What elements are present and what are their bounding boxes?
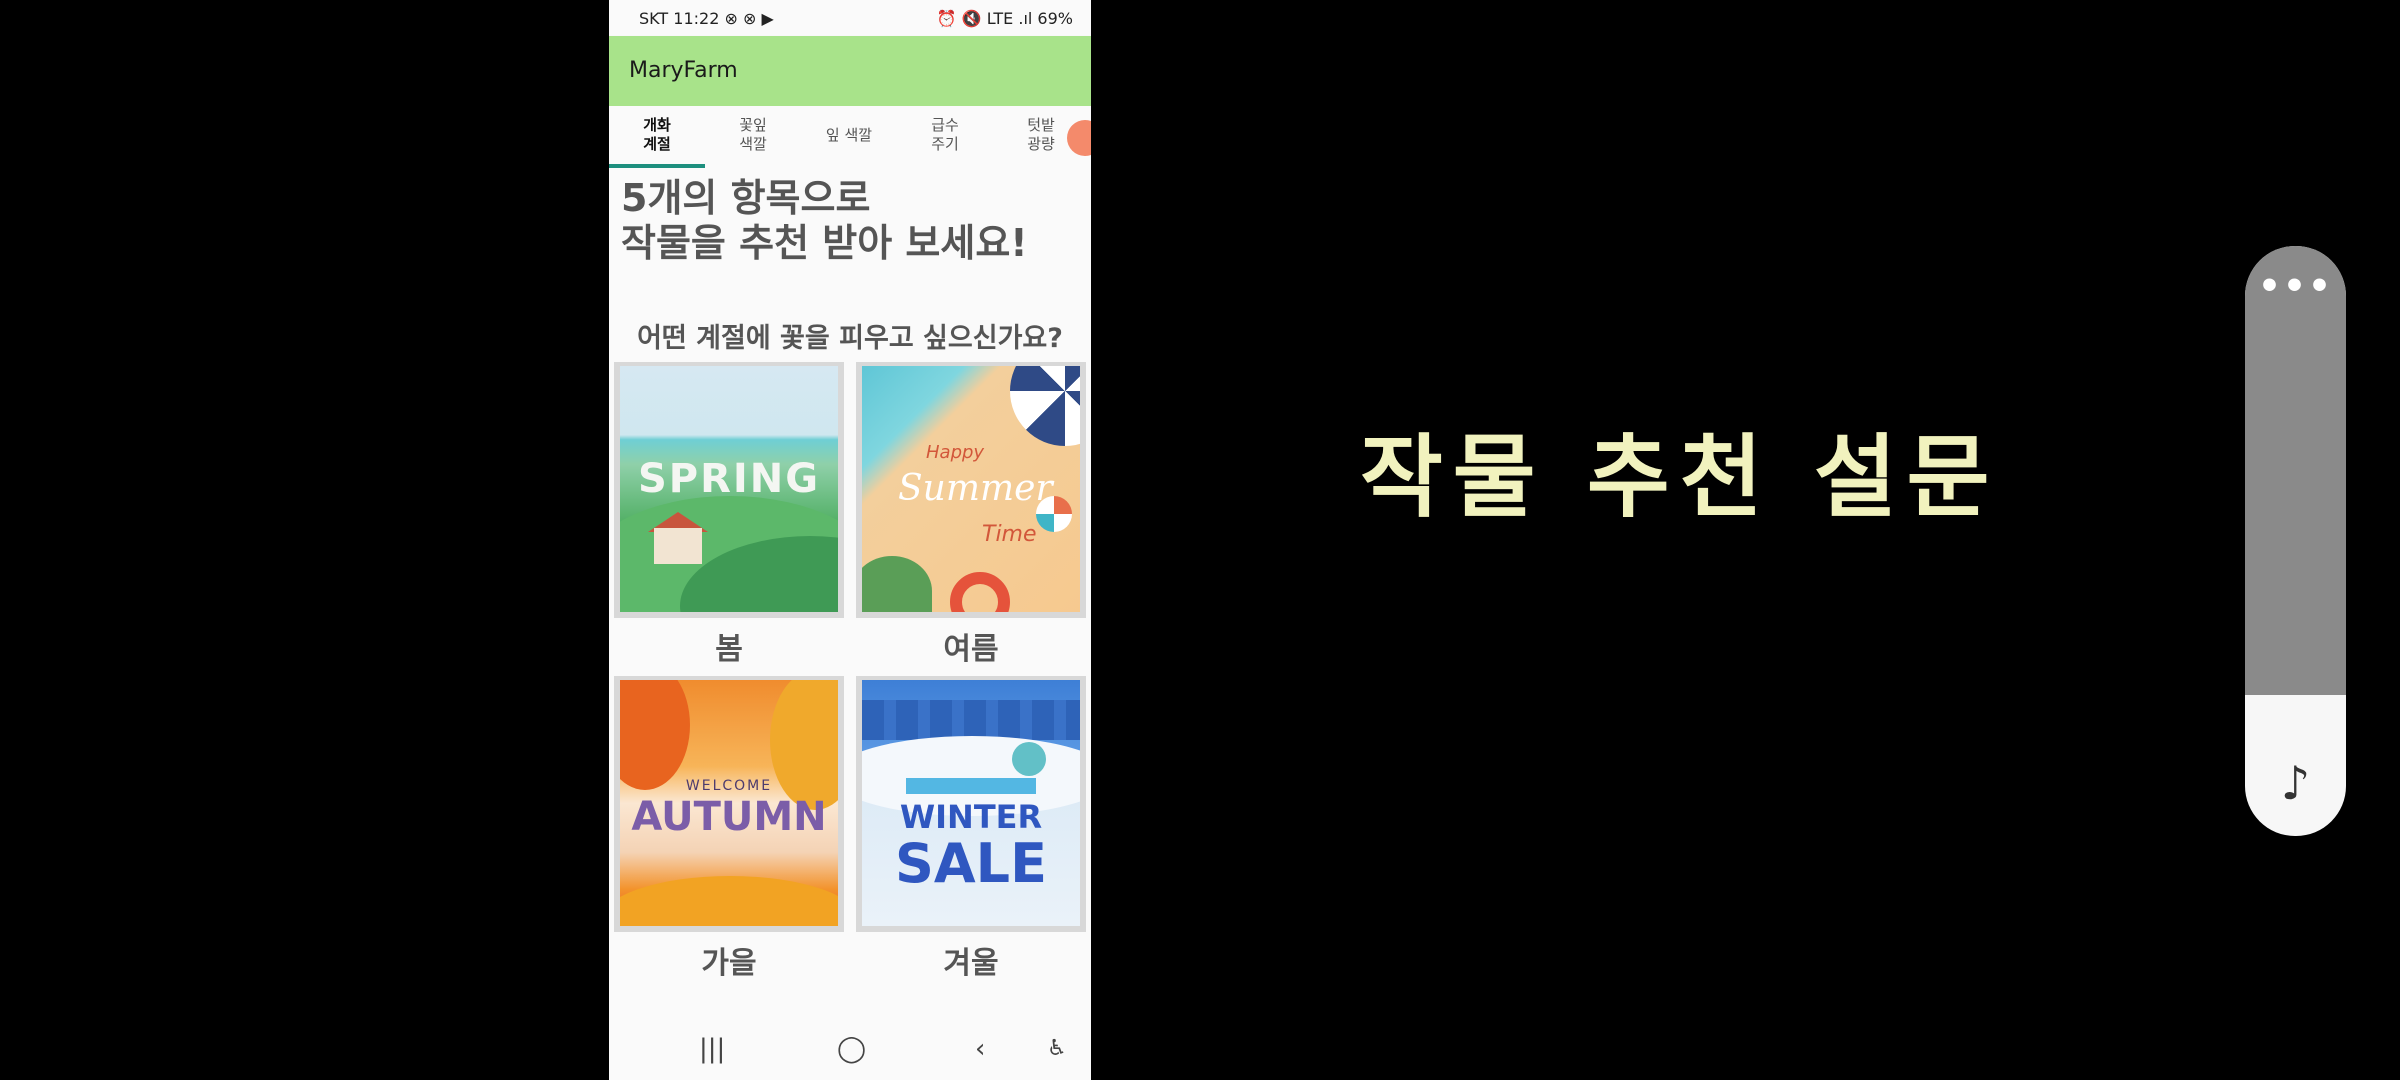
video-caption: 작물 추천 설문 bbox=[1360, 425, 2000, 530]
tab-bar: 개화 계절 꽃잎 색깔 잎 색깔 급수 주기 텃밭 광량 bbox=[609, 106, 1091, 170]
autumn-art-text-2: AUTUMN bbox=[631, 794, 827, 840]
season-card-autumn[interactable]: WELCOME AUTUMN bbox=[614, 676, 844, 932]
tab-bloom-season[interactable]: 개화 계절 bbox=[609, 116, 705, 154]
winter-art-text-2: SALE bbox=[895, 832, 1047, 895]
music-note-icon[interactable]: ♪ bbox=[2245, 756, 2346, 810]
more-icon[interactable]: ••• bbox=[2245, 266, 2346, 307]
tab-watering-cycle[interactable]: 급수 주기 bbox=[897, 116, 993, 154]
spring-art-text: SPRING bbox=[637, 456, 821, 502]
system-nav-bar: ||| ◯ ‹ ♿ bbox=[609, 1020, 1091, 1080]
autumn-illustration: WELCOME AUTUMN bbox=[620, 680, 838, 926]
season-question: 어떤 계절에 꽃을 피우고 싶으신가요? bbox=[637, 323, 1063, 354]
app-bar: MaryFarm bbox=[609, 36, 1091, 106]
back-icon[interactable]: ‹ bbox=[975, 1034, 985, 1064]
summer-art-text-3: Time bbox=[982, 522, 1037, 547]
home-icon[interactable]: ◯ bbox=[837, 1034, 866, 1064]
floating-panel-top: ••• bbox=[2245, 246, 2346, 695]
headline-line-2: 작물을 추천 받아 보세요! bbox=[621, 221, 1028, 265]
summer-art-text-2: Summer bbox=[898, 468, 1053, 509]
tab-petal-color[interactable]: 꽃잎 색깔 bbox=[705, 116, 801, 154]
season-label-spring[interactable]: 봄 bbox=[614, 624, 844, 668]
season-label-autumn[interactable]: 가을 bbox=[614, 938, 844, 982]
summer-art-text-1: Happy bbox=[926, 442, 985, 463]
phone-screen: SKT 11:22 ⊗ ⊗ ▶ ⏰ 🔇 LTE .ıl 69% MaryFarm… bbox=[609, 0, 1091, 1080]
winter-illustration: WINTER SALE bbox=[862, 680, 1080, 926]
floating-panel: ••• ♪ bbox=[2245, 246, 2346, 836]
headline-line-1: 5개의 항목으로 bbox=[621, 176, 871, 220]
status-right: ⏰ 🔇 LTE .ıl 69% bbox=[936, 9, 1073, 28]
tab-indicator bbox=[609, 164, 705, 168]
accessibility-icon[interactable]: ♿ bbox=[1047, 1036, 1067, 1061]
season-card-spring[interactable]: SPRING bbox=[614, 362, 844, 618]
summer-illustration: Happy Summer Time bbox=[862, 366, 1080, 612]
app-title: MaryFarm bbox=[629, 58, 738, 83]
season-card-summer[interactable]: Happy Summer Time bbox=[856, 362, 1086, 618]
season-card-winter[interactable]: WINTER SALE bbox=[856, 676, 1086, 932]
winter-art-text-1: WINTER bbox=[899, 798, 1043, 836]
season-label-summer[interactable]: 여름 bbox=[856, 624, 1086, 668]
status-left: SKT 11:22 ⊗ ⊗ ▶ bbox=[639, 9, 774, 28]
status-bar: SKT 11:22 ⊗ ⊗ ▶ ⏰ 🔇 LTE .ıl 69% bbox=[609, 0, 1091, 36]
recents-icon[interactable]: ||| bbox=[699, 1034, 725, 1064]
season-label-winter[interactable]: 겨울 bbox=[856, 938, 1086, 982]
spring-illustration: SPRING bbox=[620, 366, 838, 612]
autumn-art-text-1: WELCOME bbox=[685, 778, 773, 794]
tab-leaf-color[interactable]: 잎 색깔 bbox=[801, 126, 897, 145]
headline: 5개의 항목으로 작물을 추천 받아 보세요! bbox=[621, 176, 1028, 266]
